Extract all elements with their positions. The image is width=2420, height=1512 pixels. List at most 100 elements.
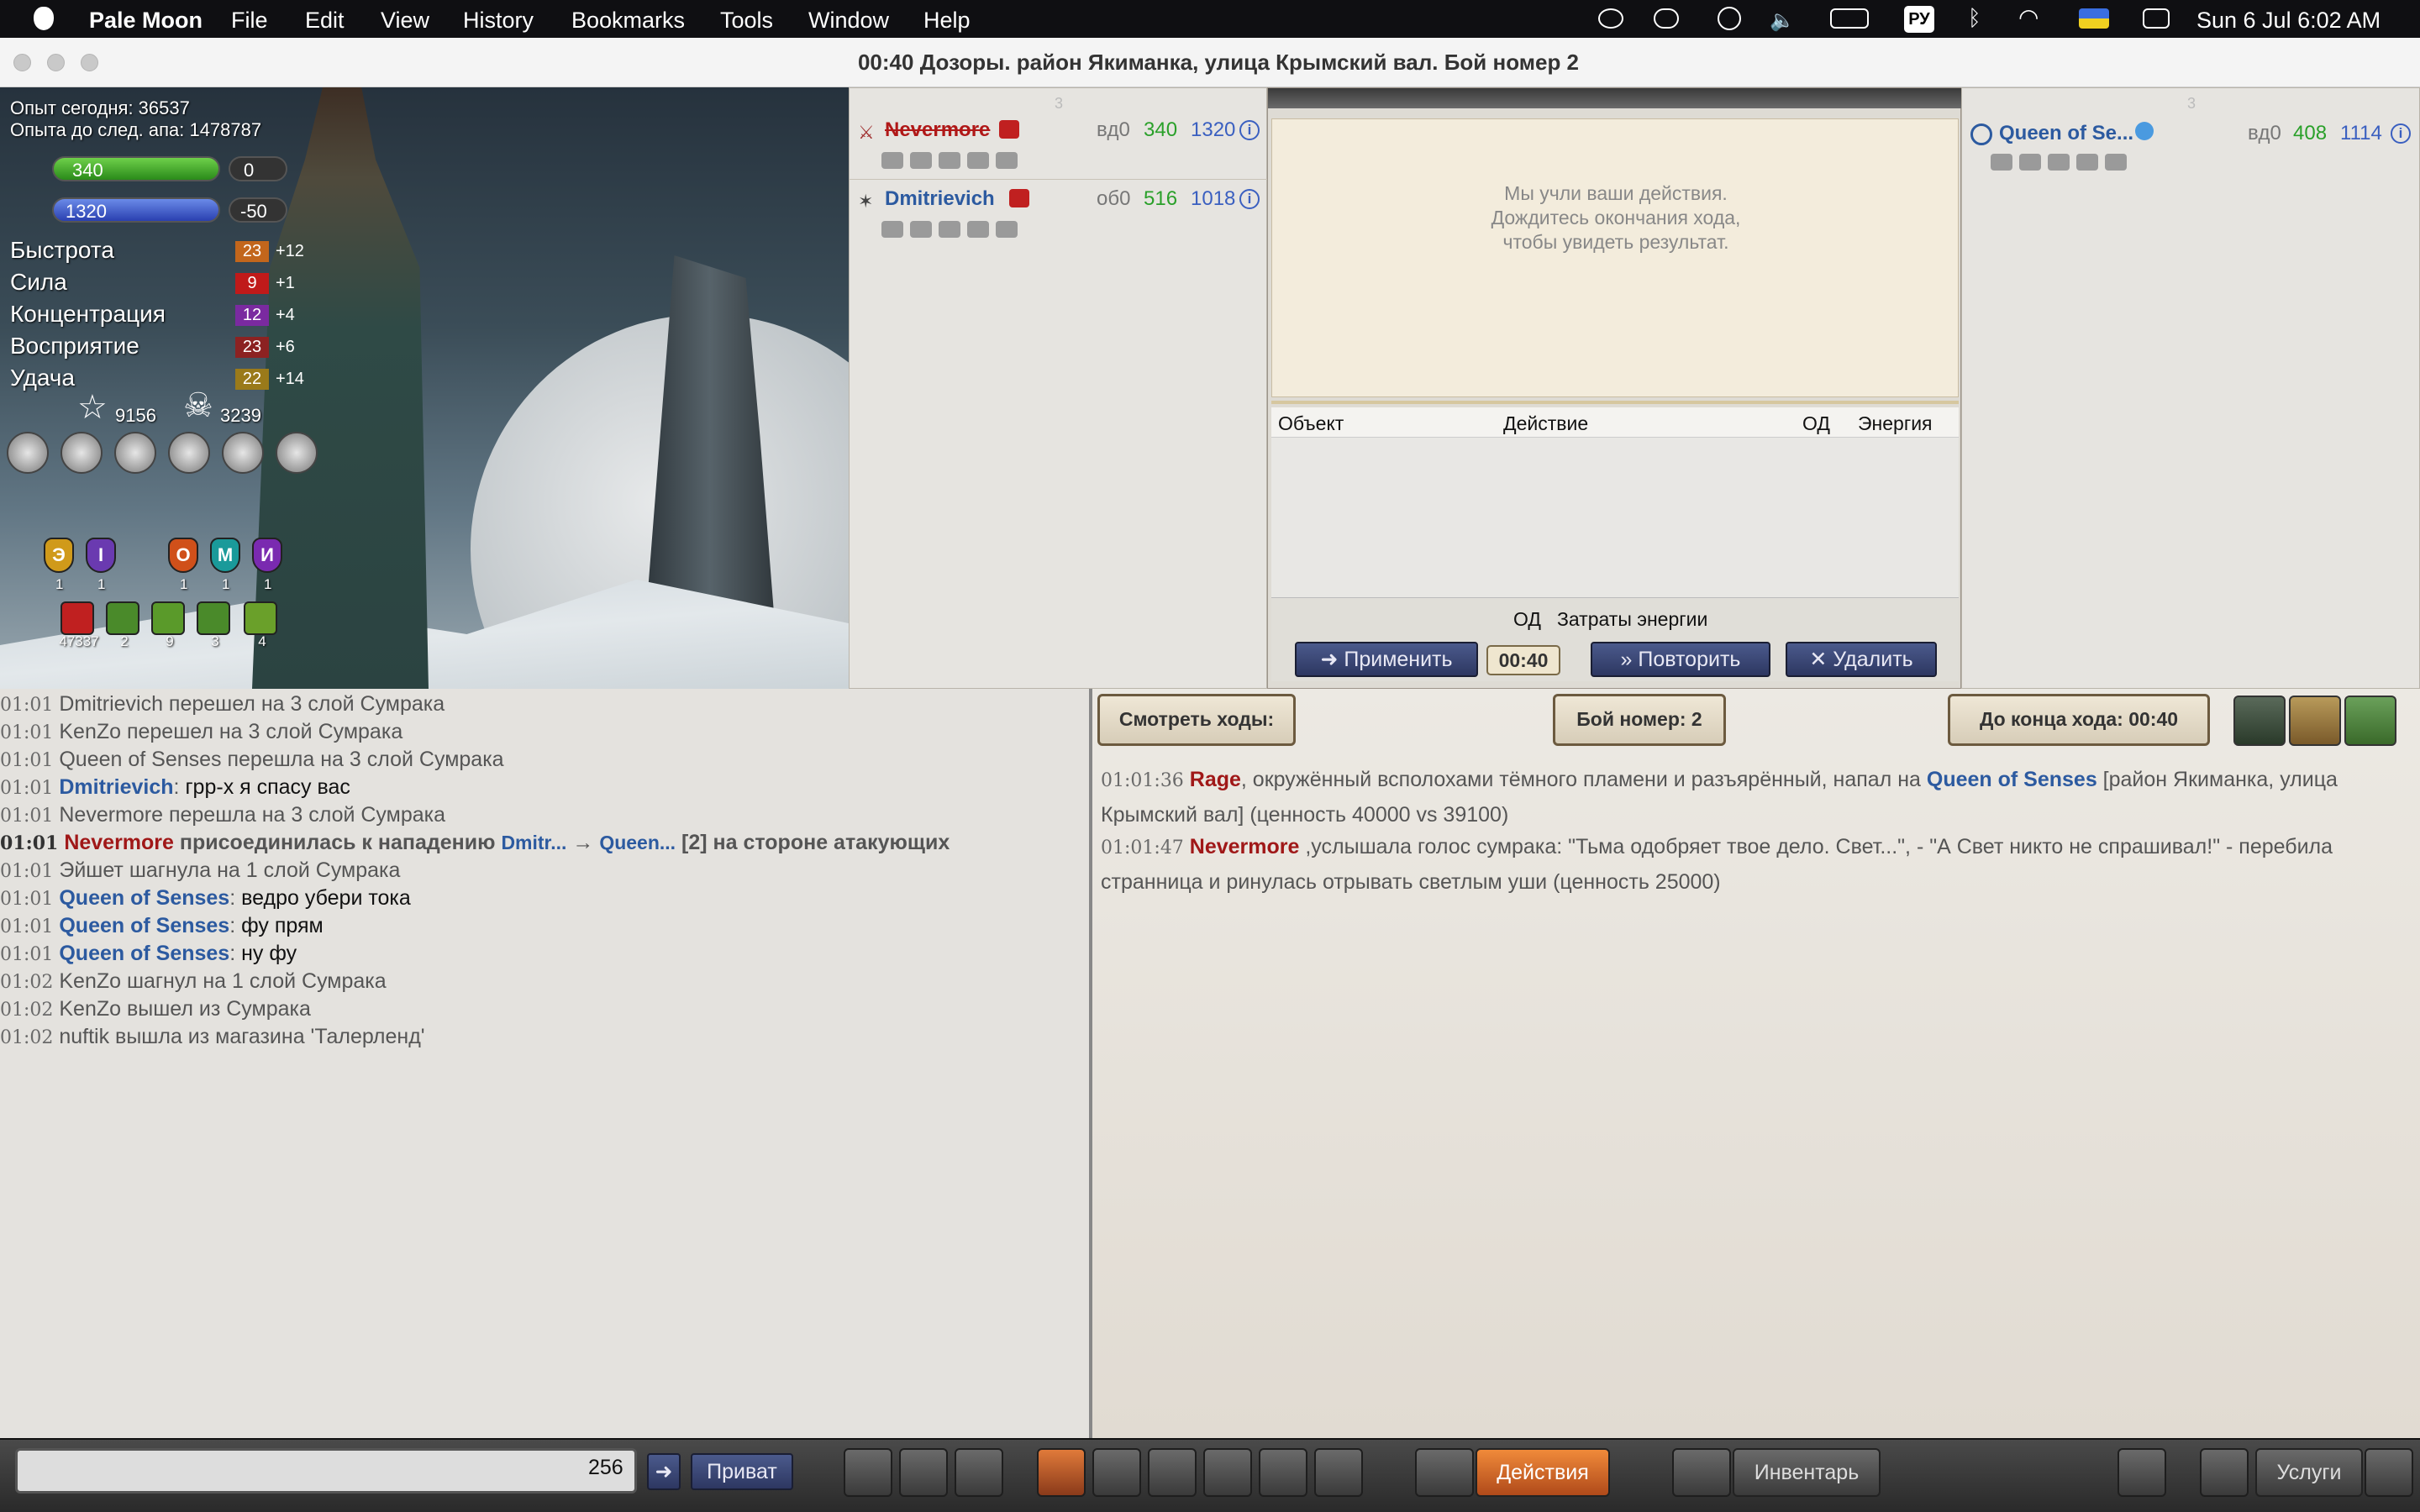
chat-time: 01:01 xyxy=(0,889,54,910)
fist-icon[interactable] xyxy=(1415,1448,1474,1497)
info-icon[interactable]: i xyxy=(1239,189,1260,209)
stat-bonus: +4 xyxy=(276,306,295,324)
fighter-name[interactable]: Dmitrievich xyxy=(885,187,995,211)
jar-icon[interactable] xyxy=(114,432,156,474)
sync-icon[interactable] xyxy=(1598,8,1623,29)
notice-line-1: Мы учли ваши действия. xyxy=(1504,182,1728,204)
smiley-icon[interactable] xyxy=(844,1448,892,1497)
private-button[interactable]: Приват xyxy=(691,1453,793,1490)
summary-od-label: ОД xyxy=(1513,608,1541,630)
team-left-panel: 3 ⚔ Nevermore вд0 340 1320 i ✶ Dmitrievich об0 51… xyxy=(849,87,1268,689)
chat-line: 01:01 Queen of Senses: ну фу xyxy=(0,942,297,965)
shield-icon[interactable]: О xyxy=(168,538,198,573)
menu-help[interactable]: Help xyxy=(923,8,971,34)
shield-icon[interactable]: И xyxy=(252,538,282,573)
shield-count: 1 xyxy=(264,576,272,592)
chat-user[interactable]: Nevermore xyxy=(64,831,174,854)
log-user[interactable]: Nevermore xyxy=(1190,835,1300,858)
effect-icon[interactable] xyxy=(197,601,230,635)
actions-tab[interactable]: Действия xyxy=(1476,1448,1610,1497)
clock-icon[interactable] xyxy=(899,1448,948,1497)
wallet-icon[interactable] xyxy=(60,432,103,474)
chat-user[interactable]: Queen of Senses xyxy=(59,942,229,965)
battle-notice: Мы учли ваши действия. Дождитесь окончан… xyxy=(1272,181,1960,255)
chat-user[interactable]: Dmitrievich xyxy=(59,775,173,799)
shield-icon[interactable]: Э xyxy=(44,538,74,573)
keyboard-layout-indicator[interactable]: РУ xyxy=(1904,6,1934,33)
document-icon[interactable] xyxy=(168,432,210,474)
menu-bookmarks[interactable]: Bookmarks xyxy=(571,8,685,34)
do-not-disturb-icon[interactable] xyxy=(1718,7,1741,30)
notice-box: Мы учли ваши действия. Дождитесь окончан… xyxy=(1271,118,1959,397)
chat-user[interactable]: Dmitr... xyxy=(501,832,566,853)
apply-button[interactable]: ➜ Применить xyxy=(1295,642,1478,677)
chat-text: KenZo шагнул на 1 слой Сумрака xyxy=(59,969,387,993)
character-menu-icon[interactable] xyxy=(2233,696,2286,746)
chat-text: Эйшет шагнула на 1 слой Сумрака xyxy=(59,858,401,882)
swords-icon[interactable] xyxy=(1092,1448,1141,1497)
menu-window[interactable]: Window xyxy=(808,8,889,34)
layers-icon[interactable] xyxy=(1314,1448,1363,1497)
chat-user[interactable]: Queen of Senses xyxy=(59,886,229,910)
info-icon[interactable]: i xyxy=(1239,120,1260,140)
group-icon[interactable] xyxy=(1203,1448,1252,1497)
magic-wand-icon[interactable] xyxy=(2118,1448,2166,1497)
menu-file[interactable]: File xyxy=(231,8,268,34)
t-coin-icon[interactable] xyxy=(7,432,49,474)
menu-edit[interactable]: Edit xyxy=(305,8,345,34)
info-icon[interactable]: i xyxy=(2391,123,2411,144)
log-user[interactable]: Rage xyxy=(1190,768,1241,791)
effect-icon[interactable] xyxy=(60,601,94,635)
shield-count: 1 xyxy=(222,576,230,592)
effect-icon[interactable] xyxy=(151,601,185,635)
fighter-name[interactable]: Nevermore xyxy=(885,118,990,142)
battery-icon[interactable] xyxy=(1830,8,1869,29)
services-icon[interactable] xyxy=(2200,1448,2249,1497)
shield-icon[interactable]: I xyxy=(86,538,116,573)
trophy-icon[interactable] xyxy=(276,432,318,474)
bluetooth-icon[interactable]: ᛒ xyxy=(1968,5,1981,31)
chat-user[interactable]: Queen of Senses xyxy=(59,914,229,937)
walk-icon[interactable] xyxy=(1037,1448,1086,1497)
app-name[interactable]: Pale Moon xyxy=(89,8,203,34)
control-center-icon[interactable] xyxy=(2143,8,2170,29)
menu-history[interactable]: History xyxy=(463,8,534,34)
cloud-icon[interactable] xyxy=(1654,8,1679,29)
effect-count: 3 xyxy=(211,633,219,649)
volume-icon[interactable]: 🔈 xyxy=(1770,8,1795,33)
services-tab[interactable]: Услуги xyxy=(2255,1448,2363,1497)
fighter-hp: 340 xyxy=(1144,118,1178,141)
chat-input[interactable] xyxy=(15,1448,637,1494)
chat-line: 01:02 nuftik вышла из магазина 'Талерлен… xyxy=(0,1025,425,1049)
send-button[interactable]: ➜ xyxy=(647,1453,681,1490)
ukraine-flag-icon[interactable] xyxy=(2079,8,2109,29)
log-user[interactable]: Queen of Senses xyxy=(1927,768,2097,791)
menu-tools[interactable]: Tools xyxy=(720,8,773,34)
stat-bonus: +6 xyxy=(276,338,295,356)
effect-icon[interactable] xyxy=(244,601,277,635)
team-left-number: 3 xyxy=(1054,95,1063,112)
effect-icon[interactable] xyxy=(106,601,139,635)
menu-view[interactable]: View xyxy=(381,8,429,34)
repeat-label: Повторить xyxy=(1638,648,1741,671)
chat-user[interactable]: Queen... xyxy=(599,832,676,853)
shield-icon[interactable]: М xyxy=(210,538,240,573)
skill-strip[interactable] xyxy=(1268,88,1962,108)
apple-icon[interactable] xyxy=(34,7,54,30)
repeat-button[interactable]: » Повторить xyxy=(1591,642,1770,677)
chat-line: 01:02 KenZo вышел из Сумрака xyxy=(0,997,311,1021)
inventory-tab[interactable]: Инвентарь xyxy=(1733,1448,1881,1497)
mail-icon[interactable] xyxy=(1148,1448,1197,1497)
fighter-name[interactable]: Queen of Se... xyxy=(1999,122,2133,145)
clock[interactable]: Sun 6 Jul 6:02 AM xyxy=(2196,8,2381,34)
scroll-icon[interactable] xyxy=(2289,696,2341,746)
map-icon[interactable] xyxy=(2344,696,2396,746)
clan-icon[interactable] xyxy=(1259,1448,1307,1497)
bag-icon[interactable] xyxy=(1672,1448,1731,1497)
wrench-icon[interactable] xyxy=(222,432,264,474)
delete-button[interactable]: ✕ Удалить xyxy=(1786,642,1937,677)
view-moves-button[interactable]: Смотреть ходы: xyxy=(1097,694,1296,746)
hammer-icon[interactable] xyxy=(2365,1448,2413,1497)
notes-icon[interactable] xyxy=(955,1448,1003,1497)
wifi-icon[interactable]: ◠ xyxy=(2018,3,2039,31)
